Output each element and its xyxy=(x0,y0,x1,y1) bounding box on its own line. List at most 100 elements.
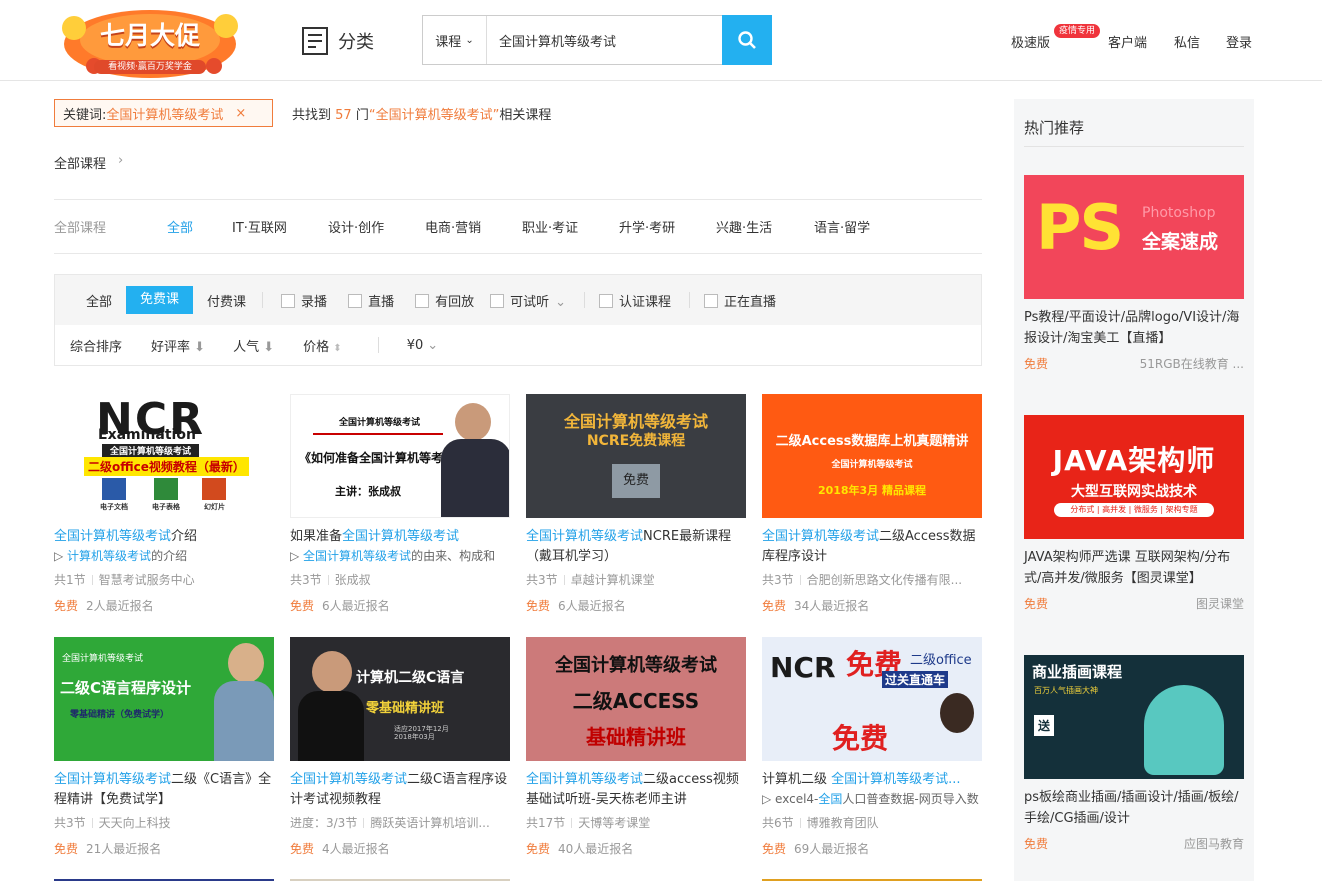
hot-item-price: 免费 xyxy=(1024,357,1049,371)
course-card[interactable]: 全国计算机等级考试 二级C语言程序设计 零基础精讲（免费试学） 全国计算机等级考… xyxy=(54,637,274,857)
org-name[interactable]: 天博等考课堂 xyxy=(578,816,650,830)
course-card[interactable]: 全国计算机等级考试 二级ACCESS 基础精讲班 全国计算机等级考试二级acce… xyxy=(526,637,746,857)
search-type-select[interactable]: 课程 ⌄ xyxy=(423,16,487,64)
filter-free[interactable]: 免费课 xyxy=(126,286,194,314)
course-card[interactable]: 计算机二级C语言 零基础精讲班 适应2017年12月 2018年03月 全国计算… xyxy=(290,637,510,857)
course-card[interactable]: NCR Examination 全国计算机等级考试 二级office视频教程（最… xyxy=(54,394,274,614)
course-title[interactable]: 全国计算机等级考试二级C语言程序设计考试视频教程 xyxy=(290,770,510,810)
checkbox[interactable] xyxy=(281,293,296,308)
chapter-text: 的介绍 xyxy=(151,549,188,563)
divider xyxy=(262,292,264,308)
course-title[interactable]: 全国计算机等级考试二级Access数据库程序设计 xyxy=(762,527,982,567)
hot-item-image: JAVA架构师 大型互联网实战技术 分布式 | 高并发 | 微服务 | 架构专题 xyxy=(1024,415,1244,539)
search-button[interactable] xyxy=(722,15,772,65)
hot-item-org: 应图马教育 xyxy=(1183,837,1244,851)
tab-ecommerce[interactable]: 电商·营销 xyxy=(425,217,522,236)
course-title[interactable]: 全国计算机等级考试NCRE最新课程（戴耳机学习） xyxy=(526,527,746,567)
result-prefix: 共找到 xyxy=(292,108,332,123)
course-title[interactable]: 全国计算机等级考试二级《C语言》全程精讲【免费试学】 xyxy=(54,770,274,810)
thumb-text: 二级office视频教程（最新） xyxy=(84,457,249,476)
checkbox[interactable] xyxy=(704,293,719,308)
checkbox[interactable] xyxy=(490,293,505,308)
message-link[interactable]: 私信 xyxy=(1174,32,1200,51)
course-thumbnail: 全国计算机等级考试 二级C语言程序设计 零基础精讲（免费试学） xyxy=(54,637,274,761)
org-name[interactable]: 张成叔 xyxy=(335,573,371,587)
org-name[interactable]: 天天向上科技 xyxy=(99,816,171,830)
client-link[interactable]: 客户端 xyxy=(1108,32,1147,51)
course-title[interactable]: 如果准备全国计算机等级考试 xyxy=(290,527,510,547)
sort-default[interactable]: 综合排序 xyxy=(70,336,122,355)
hot-item[interactable]: PS 全案速成 Photoshop Ps教程/平面设计/品牌logo/VI设计/… xyxy=(1024,175,1244,372)
course-title[interactable]: 全国计算机等级考试介绍 xyxy=(54,527,274,547)
promo-logo[interactable]: 七月大促 看视频·赢百万奖学金 xyxy=(54,0,246,82)
sort-both-icon: ⬍ xyxy=(333,342,342,354)
org-name[interactable]: 博雅教育团队 xyxy=(807,816,879,830)
filter-recorded[interactable]: 录播 xyxy=(281,291,327,310)
hot-item[interactable]: JAVA架构师 大型互联网实战技术 分布式 | 高并发 | 微服务 | 架构专题… xyxy=(1024,415,1244,612)
filter-paid[interactable]: 付费课 xyxy=(207,291,246,310)
lite-badge: 疫情专用 xyxy=(1054,24,1101,38)
chapter-prefix: excel4- xyxy=(775,792,819,806)
login-link[interactable]: 登录 xyxy=(1226,32,1252,51)
course-price-row: 免费 69人最近报名 xyxy=(762,840,982,857)
illustration-figure xyxy=(1144,685,1224,775)
search-input[interactable] xyxy=(487,16,722,64)
tab-exam[interactable]: 升学·考研 xyxy=(619,217,716,236)
category-menu[interactable]: 分类 xyxy=(302,26,374,56)
chapter-keyword: 全国计算机等级考试 xyxy=(303,549,412,563)
filter-living-now-label: 正在直播 xyxy=(724,294,777,310)
thumb-text: 零基础精讲班 xyxy=(366,701,445,716)
filter-live[interactable]: 直播 xyxy=(348,291,394,310)
sort-rating[interactable]: 好评率 ⬇ xyxy=(151,336,205,355)
hot-item-price: 免费 xyxy=(1024,837,1049,851)
filter-living-now[interactable]: 正在直播 xyxy=(704,291,776,310)
chevron-down-icon: ⌄ xyxy=(427,337,439,353)
powerpoint-icon xyxy=(202,478,226,500)
course-card[interactable]: 二级Access数据库上机真题精讲 全国计算机等级考试 2018年3月 精品课程… xyxy=(762,394,982,614)
enrolled-count: 4人最近报名 xyxy=(322,842,390,856)
course-title-keyword: 全国计算机等级考试 xyxy=(526,772,644,787)
org-name[interactable]: 智慧考试服务中心 xyxy=(99,573,195,587)
checkbox[interactable] xyxy=(599,293,614,308)
sort-price[interactable]: 价格 ⬍ xyxy=(303,336,342,355)
lite-version-link[interactable]: 极速版 xyxy=(1011,32,1050,51)
tab-hobby[interactable]: 兴趣·生活 xyxy=(716,217,814,236)
course-card[interactable]: NCR 免费 二级office 过关直通车 免费 计算机二级 全国计算机等级考试… xyxy=(762,637,982,857)
result-keyword: “全国计算机等级考试” xyxy=(368,108,500,123)
thumb-text: PS xyxy=(1036,191,1124,264)
org-name[interactable]: 腾跃英语计算机培训... xyxy=(370,816,489,830)
course-price: 免费 xyxy=(54,842,79,856)
tab-design[interactable]: 设计·创作 xyxy=(328,217,425,236)
course-card[interactable]: 全国计算机等级考试 《如何准备全国计算机等考》 主讲：张成叔 如果准备全国计算机… xyxy=(290,394,510,614)
keyword-clear-icon[interactable]: × xyxy=(235,106,246,121)
checkbox[interactable] xyxy=(348,293,363,308)
tab-all[interactable]: 全部 xyxy=(167,217,232,236)
course-title[interactable]: 计算机二级 全国计算机等级考试... xyxy=(762,770,982,790)
thumb-text: 全国计算机等级考试 xyxy=(831,460,913,470)
divider xyxy=(584,292,586,308)
course-title-keyword: 全国计算机等级考试... xyxy=(831,772,961,787)
course-title-prefix: 如果准备 xyxy=(290,529,343,544)
filter-certified[interactable]: 认证课程 xyxy=(599,291,671,310)
tab-language[interactable]: 语言·留学 xyxy=(814,217,870,236)
divider xyxy=(54,199,982,200)
checkbox[interactable] xyxy=(415,293,430,308)
price-select[interactable]: ¥0 ⌄ xyxy=(407,338,438,353)
hot-item-title: JAVA架构师严选课 互联网架构/分布式/高并发/微服务【图灵课堂】 xyxy=(1024,550,1231,586)
breadcrumb-all-courses[interactable]: 全部课程 xyxy=(54,153,106,172)
tab-it[interactable]: IT·互联网 xyxy=(232,217,328,236)
sort-popular[interactable]: 人气 ⬇ xyxy=(233,336,274,355)
thumb-text: 计算机二级C语言 xyxy=(356,670,465,686)
org-name[interactable]: 卓越计算机课堂 xyxy=(571,573,655,587)
filter-replay[interactable]: 有回放 xyxy=(415,291,474,310)
hot-item-org: 图灵课堂 xyxy=(1195,597,1244,611)
filter-trial[interactable]: 可试听 ⌄ xyxy=(490,291,566,310)
course-title[interactable]: 全国计算机等级考试二级access视频基础试听班-吴天栋老师主讲 xyxy=(526,770,746,810)
hot-item-price: 免费 xyxy=(1024,597,1049,611)
org-name[interactable]: 合肥创新思路文化传播有限... xyxy=(807,573,962,587)
thumb-text: NCR xyxy=(770,651,836,684)
course-card[interactable]: 全国计算机等级考试 NCRE免费课程 免费 全国计算机等级考试NCRE最新课程（… xyxy=(526,394,746,614)
tab-career[interactable]: 职业·考证 xyxy=(522,217,619,236)
hot-item[interactable]: 商业插画课程 百万人气插画大神 送 ps板绘商业插画/插画设计/插画/板绘/手绘… xyxy=(1024,655,1244,852)
filter-all[interactable]: 全部 xyxy=(86,291,112,310)
